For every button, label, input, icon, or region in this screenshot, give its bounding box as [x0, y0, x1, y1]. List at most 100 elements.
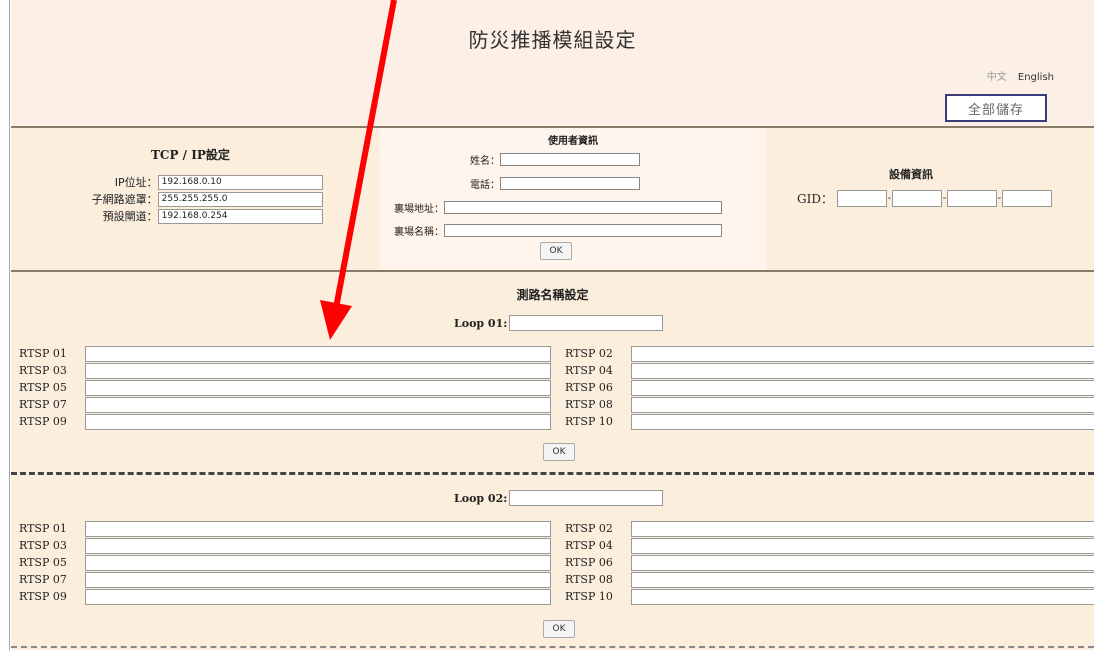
rtsp-label: RTSP 03: [19, 539, 67, 552]
loop-02-ok-button[interactable]: OK: [543, 620, 575, 638]
site-name-row: 裏場名稱：: [394, 223, 722, 238]
rtsp-label: RTSP 10: [565, 415, 613, 428]
rtsp-row: RTSP 04: [565, 362, 1094, 379]
mask-input[interactable]: 255.255.255.0: [157, 191, 323, 207]
ip-row: IP位址： 192.168.0.10: [23, 174, 323, 190]
name-input[interactable]: [500, 153, 640, 166]
rtsp-label: RTSP 08: [565, 573, 613, 586]
address-row: 裏場地址：: [394, 200, 722, 215]
rtsp-input[interactable]: [85, 362, 551, 379]
page-title: 防災推播模組設定: [468, 28, 637, 52]
rtsp-input[interactable]: [631, 571, 1094, 588]
rtsp-input[interactable]: [631, 588, 1094, 605]
rtsp-label: RTSP 01: [19, 347, 67, 360]
site-name-label: 裏場名稱：: [394, 227, 444, 238]
settings-page: 防災推播模組設定 中文 English 全部儲存 TCP / IP設定 IP位址…: [11, 0, 1094, 650]
gateway-label: 預設閘道：: [102, 210, 158, 223]
loop-separator: [11, 472, 1094, 475]
rtsp-input[interactable]: [85, 396, 551, 413]
mask-row: 子網路遮罩： 255.255.255.0: [23, 191, 323, 207]
rtsp-label: RTSP 08: [565, 398, 613, 411]
rtsp-input[interactable]: [631, 379, 1094, 396]
mask-label: 子網路遮罩：: [91, 193, 158, 206]
rtsp-input[interactable]: [631, 554, 1094, 571]
rtsp-input[interactable]: [85, 537, 551, 554]
rtsp-input[interactable]: [85, 345, 551, 362]
gateway-input[interactable]: 192.168.0.254: [157, 208, 323, 224]
rtsp-label: RTSP 06: [565, 381, 613, 394]
rtsp-input[interactable]: [631, 413, 1094, 430]
name-label: 姓名：: [470, 156, 500, 167]
rtsp-row: RTSP 10: [565, 413, 1094, 430]
gid-row: GID： - - -: [797, 190, 1052, 207]
loop-01-section: 測路名稱設定 Loop 01: RTSP 01 RTSP 02 RTSP 03 …: [11, 272, 1094, 472]
rtsp-label: RTSP 07: [19, 398, 67, 411]
network-user-device-section: TCP / IP設定 IP位址： 192.168.0.10 子網路遮罩： 255…: [11, 128, 1094, 270]
rtsp-label: RTSP 05: [19, 556, 67, 569]
rtsp-label: RTSP 02: [565, 522, 613, 535]
loop-02-section: Loop 02: RTSP 01 RTSP 02 RTSP 03 RTSP 04…: [11, 476, 1094, 650]
name-row: 姓名：: [470, 152, 640, 167]
rtsp-input[interactable]: [85, 588, 551, 605]
rtsp-row: RTSP 07: [19, 571, 551, 588]
user-info-panel: 使用者資訊 姓名： 電話： 裏場地址： 裏場名稱： OK: [380, 128, 766, 270]
rtsp-label: RTSP 02: [565, 347, 613, 360]
rtsp-label: RTSP 09: [19, 415, 67, 428]
site-name-input[interactable]: [444, 224, 722, 237]
rtsp-label: RTSP 10: [565, 590, 613, 603]
rtsp-input[interactable]: [85, 554, 551, 571]
rtsp-row: RTSP 09: [19, 588, 551, 605]
loop-01-ok-button[interactable]: OK: [543, 443, 575, 461]
address-input[interactable]: [444, 201, 722, 214]
gid-input-2[interactable]: [891, 190, 942, 207]
rtsp-label: RTSP 03: [19, 364, 67, 377]
loop-settings-title: 測路名稱設定: [516, 288, 589, 302]
rtsp-label: RTSP 01: [19, 522, 67, 535]
rtsp-row: RTSP 04: [565, 537, 1094, 554]
gid-input-3[interactable]: [946, 190, 997, 207]
loop-separator: [11, 646, 1094, 648]
rtsp-row: RTSP 01: [19, 345, 551, 362]
rtsp-label: RTSP 07: [19, 573, 67, 586]
rtsp-row: RTSP 10: [565, 588, 1094, 605]
language-switch: 中文 English: [987, 68, 1054, 83]
rtsp-input[interactable]: [631, 345, 1094, 362]
rtsp-input[interactable]: [85, 379, 551, 396]
user-ok-button[interactable]: OK: [540, 242, 572, 260]
rtsp-input[interactable]: [85, 413, 551, 430]
gid-input-4[interactable]: [1001, 190, 1052, 207]
loop-01-input[interactable]: [509, 315, 664, 331]
loop-02-row: Loop 02:: [454, 490, 664, 506]
rtsp-row: RTSP 01: [19, 520, 551, 537]
ip-input[interactable]: 192.168.0.10: [157, 174, 323, 190]
lang-chinese-link[interactable]: 中文: [987, 72, 1007, 83]
rtsp-row: RTSP 06: [565, 379, 1094, 396]
phone-input[interactable]: [500, 177, 640, 190]
address-label: 裏場地址：: [394, 204, 444, 215]
rtsp-input[interactable]: [631, 537, 1094, 554]
rtsp-row: RTSP 06: [565, 554, 1094, 571]
user-info-title: 使用者資訊: [548, 136, 598, 147]
rtsp-label: RTSP 04: [565, 364, 613, 377]
rtsp-input[interactable]: [85, 571, 551, 588]
rtsp-row: RTSP 05: [19, 379, 551, 396]
gid-input-1[interactable]: [836, 190, 887, 207]
phone-row: 電話：: [470, 176, 640, 191]
rtsp-input[interactable]: [631, 362, 1094, 379]
lang-english-link[interactable]: English: [1018, 72, 1054, 83]
device-info-title: 設備資訊: [889, 168, 933, 181]
loop-01-row: Loop 01:: [454, 315, 664, 331]
rtsp-row: RTSP 05: [19, 554, 551, 571]
rtsp-input[interactable]: [631, 520, 1094, 537]
ip-label: IP位址：: [114, 176, 158, 189]
header: 防災推播模組設定 中文 English 全部儲存: [11, 0, 1094, 126]
save-all-button[interactable]: 全部儲存: [945, 94, 1047, 122]
rtsp-input[interactable]: [85, 520, 551, 537]
loop-02-input[interactable]: [509, 490, 664, 506]
rtsp-row: RTSP 08: [565, 571, 1094, 588]
loop-01-label: Loop 01: [454, 316, 504, 330]
rtsp-row: RTSP 02: [565, 345, 1094, 362]
gid-label: GID：: [797, 192, 833, 206]
rtsp-row: RTSP 09: [19, 413, 551, 430]
rtsp-input[interactable]: [631, 396, 1094, 413]
